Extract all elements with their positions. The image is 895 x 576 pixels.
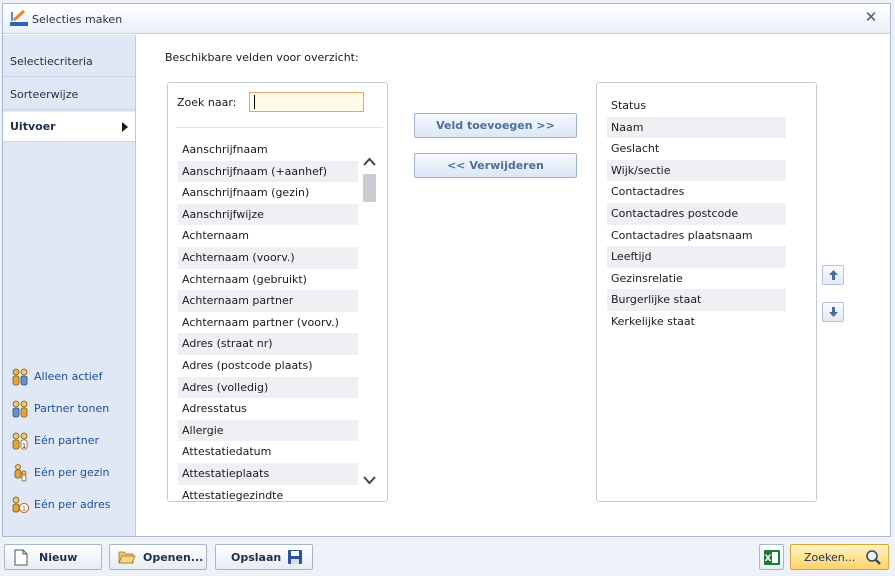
- address-icon: 1: [12, 496, 29, 513]
- list-item[interactable]: Adres (postcode plaats): [178, 355, 358, 377]
- window-title: Selecties maken: [32, 13, 123, 26]
- excel-icon: X: [764, 550, 780, 565]
- two-persons-icon: [12, 368, 28, 386]
- list-item[interactable]: Wijk/sectie: [607, 159, 786, 182]
- list-item[interactable]: Achternaam partner: [178, 290, 358, 312]
- new-document-icon: [14, 549, 28, 566]
- main-content: Beschikbare velden voor overzicht: Zoek …: [137, 35, 890, 536]
- partner-tonen-button[interactable]: Partner tonen: [10, 398, 109, 420]
- list-item[interactable]: Aanschrijfnaam (+aanhef): [178, 160, 358, 183]
- sidebar-item-sorteerwijze[interactable]: Sorteerwijze: [3, 80, 135, 110]
- svg-text:1: 1: [22, 443, 26, 450]
- export-excel-button[interactable]: X: [759, 544, 784, 570]
- een-partner-button[interactable]: 1 Eén partner: [10, 430, 99, 452]
- list-item[interactable]: Achternaam partner (voorv.): [178, 312, 358, 334]
- list-item[interactable]: Attestatiegezindte: [178, 485, 358, 504]
- move-down-button[interactable]: [822, 302, 844, 322]
- available-fields-heading: Beschikbare velden voor overzicht:: [165, 51, 359, 64]
- sidebar-item-selectiecriteria[interactable]: Selectiecriteria: [3, 47, 135, 77]
- selection-app-icon: [10, 9, 28, 26]
- selected-fields-panel: Status Naam Geslacht Wijk/sectie Contact…: [596, 82, 817, 502]
- couple-icon: [12, 400, 28, 418]
- chevron-right-icon: [122, 122, 128, 132]
- text-caret: [254, 95, 255, 109]
- list-item[interactable]: Gezinsrelatie: [607, 268, 786, 290]
- arrow-down-icon: [829, 307, 838, 317]
- list-item[interactable]: Adres (volledig): [178, 376, 358, 399]
- een-per-gezin-button[interactable]: Eén per gezin: [10, 462, 110, 484]
- search-input[interactable]: [249, 92, 364, 112]
- move-up-button[interactable]: [822, 265, 844, 285]
- chevron-down-icon[interactable]: [361, 471, 378, 489]
- sidebar-item-label: Uitvoer: [10, 120, 56, 133]
- family-icon: [14, 464, 27, 482]
- list-item[interactable]: Contactadres plaatsnaam: [607, 225, 786, 247]
- list-item[interactable]: Contactadres: [607, 181, 786, 203]
- svg-text:1: 1: [22, 505, 26, 513]
- list-item[interactable]: Kerkelijke staat: [607, 311, 786, 333]
- arrow-up-icon: [829, 270, 838, 280]
- svg-text:X: X: [765, 554, 772, 564]
- list-item[interactable]: Geslacht: [607, 138, 786, 160]
- close-icon[interactable]: ✕: [862, 8, 880, 26]
- list-item[interactable]: Burgerlijke staat: [607, 289, 786, 311]
- scrollbar-thumb[interactable]: [363, 174, 376, 202]
- sidebar-item-uitvoer[interactable]: Uitvoer: [3, 112, 135, 142]
- search-icon: [866, 550, 881, 565]
- selected-fields-list[interactable]: Status Naam Geslacht Wijk/sectie Contact…: [607, 95, 786, 333]
- open-button[interactable]: Openen...: [109, 544, 207, 570]
- list-item[interactable]: Attestatiedatum: [178, 441, 358, 463]
- list-item[interactable]: Leeftijd: [607, 246, 786, 268]
- list-item[interactable]: Achternaam (voorv.): [178, 246, 358, 269]
- divider: [176, 127, 383, 128]
- list-item[interactable]: Naam: [607, 116, 786, 139]
- list-item[interactable]: Contactadres postcode: [607, 202, 786, 225]
- list-item[interactable]: Attestatieplaats: [178, 462, 358, 485]
- title-bar: Selecties maken ✕: [3, 4, 890, 34]
- search-button[interactable]: Zoeken...: [790, 544, 889, 570]
- available-fields-list[interactable]: Aanschrijfnaam Aanschrijfnaam (+aanhef) …: [178, 139, 358, 503]
- alleen-actief-button[interactable]: Alleen actief: [10, 366, 102, 388]
- list-item[interactable]: Aanschrijfnaam: [178, 139, 358, 161]
- list-item[interactable]: Allergie: [178, 419, 358, 442]
- save-disk-icon: [288, 550, 302, 564]
- dialog-window: Selecties maken ✕ Selectiecriteria Sorte…: [2, 3, 891, 537]
- search-label: Zoek naar:: [177, 96, 237, 109]
- list-item[interactable]: Adresstatus: [178, 398, 358, 420]
- vertical-scrollbar[interactable]: [361, 139, 378, 499]
- one-partner-icon: 1: [12, 432, 28, 450]
- list-item[interactable]: Achternaam (gebruikt): [178, 269, 358, 291]
- new-button[interactable]: Nieuw: [4, 544, 102, 570]
- list-item[interactable]: Aanschrijfnaam (gezin): [178, 182, 358, 204]
- een-per-adres-button[interactable]: 1 Eén per adres: [10, 494, 110, 516]
- remove-field-button[interactable]: << Verwijderen: [414, 153, 577, 178]
- chevron-up-icon[interactable]: [361, 153, 378, 171]
- sidebar: Selectiecriteria Sorteerwijze Uitvoer Al…: [3, 35, 136, 536]
- save-button[interactable]: Opslaan: [215, 544, 313, 570]
- list-item[interactable]: Status: [607, 95, 786, 117]
- add-field-button[interactable]: Veld toevoegen >>: [414, 113, 577, 138]
- sidebar-item-label: Selectiecriteria: [10, 55, 93, 68]
- list-item[interactable]: Adres (straat nr): [178, 333, 358, 355]
- sidebar-item-label: Sorteerwijze: [10, 88, 79, 101]
- folder-open-icon: [118, 551, 136, 564]
- list-item[interactable]: Aanschrijfwijze: [178, 203, 358, 226]
- list-item[interactable]: Achternaam: [178, 225, 358, 247]
- available-fields-panel: Zoek naar: Aanschrijfnaam Aanschrijfnaam…: [167, 82, 388, 502]
